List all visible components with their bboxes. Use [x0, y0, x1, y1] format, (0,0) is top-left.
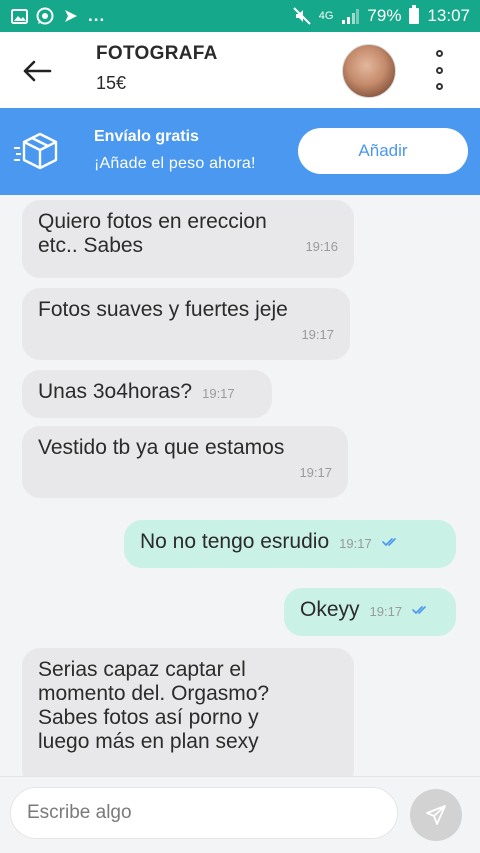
outgoing-message[interactable]: No no tengo esrudio 19:17 [124, 520, 456, 568]
message-time: 19:17 [301, 327, 334, 343]
mute-icon [293, 7, 311, 25]
battery-percent: 79% [367, 6, 402, 25]
chat-header: FOTOGRAFA 15€ [0, 32, 480, 108]
message-composer [0, 776, 480, 853]
send-icon [426, 805, 446, 825]
flag-icon [62, 7, 80, 25]
back-button[interactable] [20, 54, 54, 88]
more-options-button[interactable] [428, 50, 450, 90]
box-icon [14, 132, 58, 170]
notification-dots: ... [88, 6, 106, 25]
image-icon [10, 7, 28, 25]
message-text: Unas 3o4horas? [38, 380, 193, 403]
message-text: Okeyy [300, 598, 360, 621]
incoming-message[interactable]: Quiero fotos en ereccion etc.. Sabes 19:… [22, 200, 354, 278]
incoming-message[interactable]: Serias capaz captar el momento del. Orga… [22, 648, 354, 788]
message-text: No no tengo esrudio [140, 530, 330, 553]
whatsapp-icon [36, 7, 54, 25]
status-bar: ... 4G 79% 13:07 [0, 0, 480, 32]
add-weight-button[interactable]: Añadir [298, 128, 468, 174]
network-type: 4G [318, 10, 334, 22]
message-text: Fotos suaves y fuertes jeje [38, 298, 288, 321]
more-dot [435, 66, 443, 74]
banner-subtitle: ¡Añade el peso ahora! [94, 155, 256, 172]
message-time: 19:17 [369, 604, 403, 619]
double-check-icon [381, 538, 396, 547]
message-time: 19:17 [339, 536, 372, 551]
avatar[interactable] [342, 44, 396, 98]
battery-icon [409, 5, 420, 24]
message-input[interactable] [10, 787, 398, 839]
message-text: Vestido tb ya que estamos [38, 436, 285, 459]
outgoing-message[interactable]: Okeyy 19:17 [284, 588, 456, 636]
message-time: 19:17 [299, 465, 332, 481]
arrow-left-icon [23, 60, 52, 82]
clock: 13:07 [427, 6, 470, 25]
listing-price: 15€ [96, 73, 127, 93]
listing-title[interactable]: FOTOGRAFA [96, 43, 218, 65]
send-button[interactable] [410, 789, 462, 841]
double-check-icon [412, 606, 426, 615]
message-text: Serias capaz captar el momento del. Orga… [38, 658, 270, 754]
message-time: 19:17 [202, 386, 235, 401]
incoming-message[interactable]: Fotos suaves y fuertes jeje 19:17 [22, 288, 350, 360]
incoming-message[interactable]: Unas 3o4horas? 19:17 [22, 370, 272, 418]
more-dot [435, 83, 443, 90]
signal-icon [341, 7, 360, 25]
banner-title: Envíalo gratis [94, 128, 199, 145]
incoming-message[interactable]: Vestido tb ya que estamos 19:17 [22, 426, 348, 498]
shipping-banner: Envíalo gratis ¡Añade el peso ahora! Aña… [0, 108, 480, 195]
more-dot [435, 50, 443, 57]
